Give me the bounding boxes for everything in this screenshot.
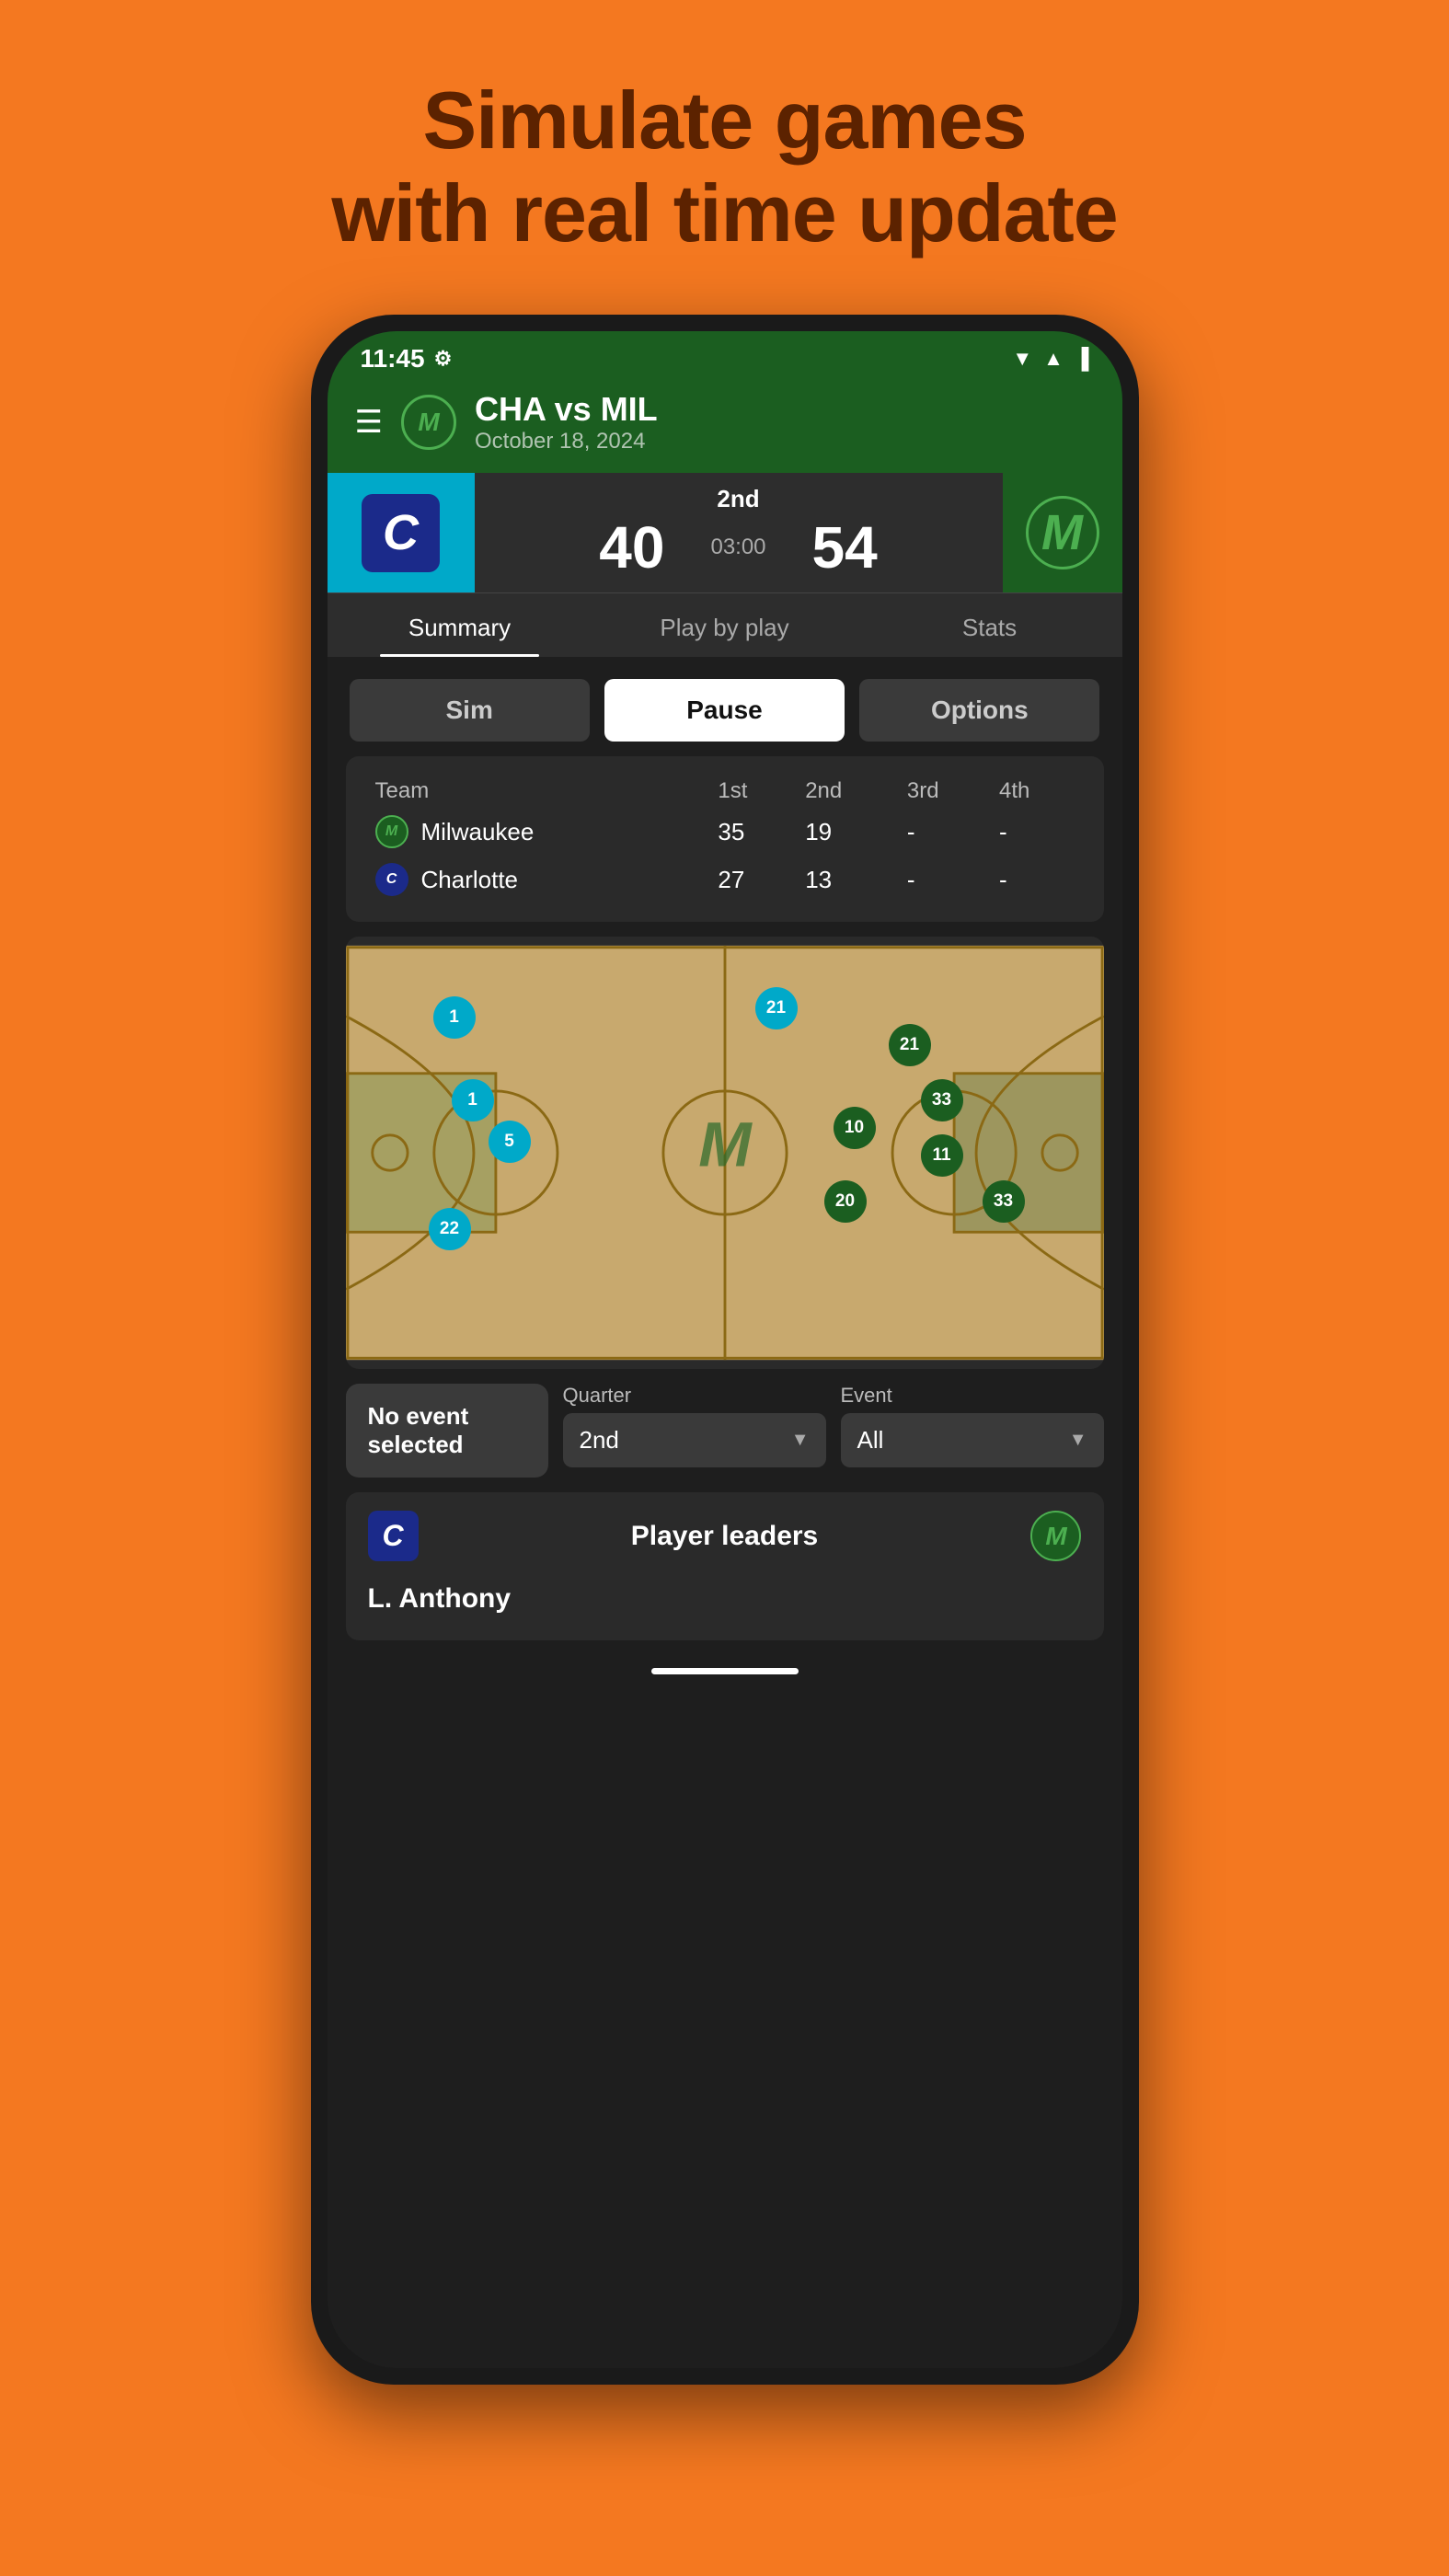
col-3rd: 3rd [900,775,992,808]
chevron-down-icon: ▼ [791,1430,810,1451]
status-time: 11:45 ⚙ [361,344,453,374]
mil-team-badge: M [1003,473,1122,592]
mil-q2: 19 [798,808,900,856]
col-2nd: 2nd [798,775,900,808]
away-score: 54 [812,513,878,581]
player-33-right: 33 [921,1079,963,1121]
player-1-left: 1 [433,996,476,1039]
player-11-right: 11 [921,1134,963,1177]
no-event-text: No event selected [368,1402,469,1458]
no-event-box: No event selected [346,1384,548,1478]
player-1b-left: 1 [452,1079,494,1121]
home-indicator [328,1655,1122,1687]
sim-button[interactable]: Sim [350,679,590,742]
clock-time: 11:45 [361,344,425,374]
event-dropdown[interactable]: All ▼ [841,1413,1104,1467]
col-team: Team [368,775,711,808]
promo-line1: Simulate games [331,74,1117,167]
mil-leaders-logo: M [1030,1511,1081,1561]
score-banner: C 2nd 40 03:00 54 M [328,473,1122,592]
quarter-label: 2nd [717,485,759,513]
event-value: All [857,1426,884,1455]
cha-q3: - [900,856,992,903]
court-card: M 1 1 5 22 21 21 10 33 11 20 33 [346,937,1104,1369]
app-header: ☰ M CHA vs MIL October 18, 2024 [328,381,1122,473]
player-33b-right: 33 [983,1180,1025,1223]
cha-team-name: Charlotte [421,866,519,894]
main-content: Sim Pause Options Team 1st 2nd 3rd 4th [328,657,1122,2368]
score-table-card: Team 1st 2nd 3rd 4th M Milwa [346,756,1104,922]
phone-shell: 11:45 ⚙ ▼ ▲ ▐ ☰ M CHA vs MIL October 18,… [311,315,1139,2385]
tab-play-by-play[interactable]: Play by play [592,593,857,657]
battery-icon: ▐ [1075,347,1089,371]
player-22-left: 22 [429,1208,471,1250]
game-clock: 03:00 [710,535,765,560]
promo-title: Simulate games with real time update [331,74,1117,259]
cha-leaders-logo: C [368,1511,419,1561]
player-name: L. Anthony [368,1576,1082,1622]
table-row-milwaukee: M Milwaukee 35 19 - - [368,808,1082,856]
event-label: Event [841,1384,1104,1408]
cha-icon-sm: C [375,863,408,896]
status-bar: 11:45 ⚙ ▼ ▲ ▐ [328,331,1122,381]
scores-row: 40 03:00 54 [599,513,877,581]
chevron-down-icon-event: ▼ [1069,1430,1087,1451]
player-10-right: 10 [834,1107,876,1149]
svg-text:M: M [698,1110,753,1180]
quarter-value: 2nd [580,1426,619,1455]
score-center: 2nd 40 03:00 54 [475,476,1003,591]
header-text: CHA vs MIL October 18, 2024 [475,390,1095,454]
phone-screen: 11:45 ⚙ ▼ ▲ ▐ ☰ M CHA vs MIL October 18,… [328,331,1122,2368]
signal-icon: ▲ [1043,347,1064,371]
player-21-right: 21 [889,1024,931,1066]
cha-team-badge: C [328,473,475,592]
match-title: CHA vs MIL [475,390,1095,429]
tab-summary[interactable]: Summary [328,593,592,657]
mil-icon-sm: M [375,815,408,848]
home-bar [651,1668,799,1674]
player-20-right: 20 [824,1180,867,1223]
event-row: No event selected Quarter 2nd ▼ Event [346,1384,1104,1478]
status-icons: ▼ ▲ ▐ [1012,347,1088,371]
mil-q3: - [900,808,992,856]
options-button[interactable]: Options [859,679,1099,742]
tabs-bar: Summary Play by play Stats [328,592,1122,657]
mil-logo: M [1026,496,1099,569]
col-1st: 1st [710,775,798,808]
cha-q2: 13 [798,856,900,903]
mil-q1: 35 [710,808,798,856]
settings-icon: ⚙ [434,347,453,371]
pause-button[interactable]: Pause [604,679,845,742]
table-row-charlotte: C Charlotte 27 13 - - [368,856,1082,903]
leaders-title: Player leaders [631,1521,818,1552]
team-logo-header: M [401,395,456,450]
hamburger-menu-button[interactable]: ☰ [355,404,383,441]
quarter-dropdown[interactable]: 2nd ▼ [563,1413,826,1467]
player-21-left: 21 [755,987,798,1029]
tab-stats[interactable]: Stats [857,593,1122,657]
wifi-icon: ▼ [1012,347,1032,371]
score-table: Team 1st 2nd 3rd 4th M Milwa [368,775,1082,903]
cha-q4: - [992,856,1082,903]
player-5-left: 5 [489,1121,531,1163]
cha-team-cell: C Charlotte [368,856,711,903]
control-bar: Sim Pause Options [328,657,1122,756]
cha-logo: C [362,494,440,572]
mil-team-cell: M Milwaukee [368,808,711,856]
leaders-header: C Player leaders M [368,1511,1082,1561]
mil-team-name: Milwaukee [421,818,535,846]
promo-line2: with real time update [331,167,1117,259]
home-score: 40 [599,513,664,581]
match-date: October 18, 2024 [475,429,1095,454]
cha-q1: 27 [710,856,798,903]
player-leaders-card: C Player leaders M L. Anthony [346,1492,1104,1640]
quarter-label: Quarter [563,1384,826,1408]
col-4th: 4th [992,775,1082,808]
mil-q4: - [992,808,1082,856]
